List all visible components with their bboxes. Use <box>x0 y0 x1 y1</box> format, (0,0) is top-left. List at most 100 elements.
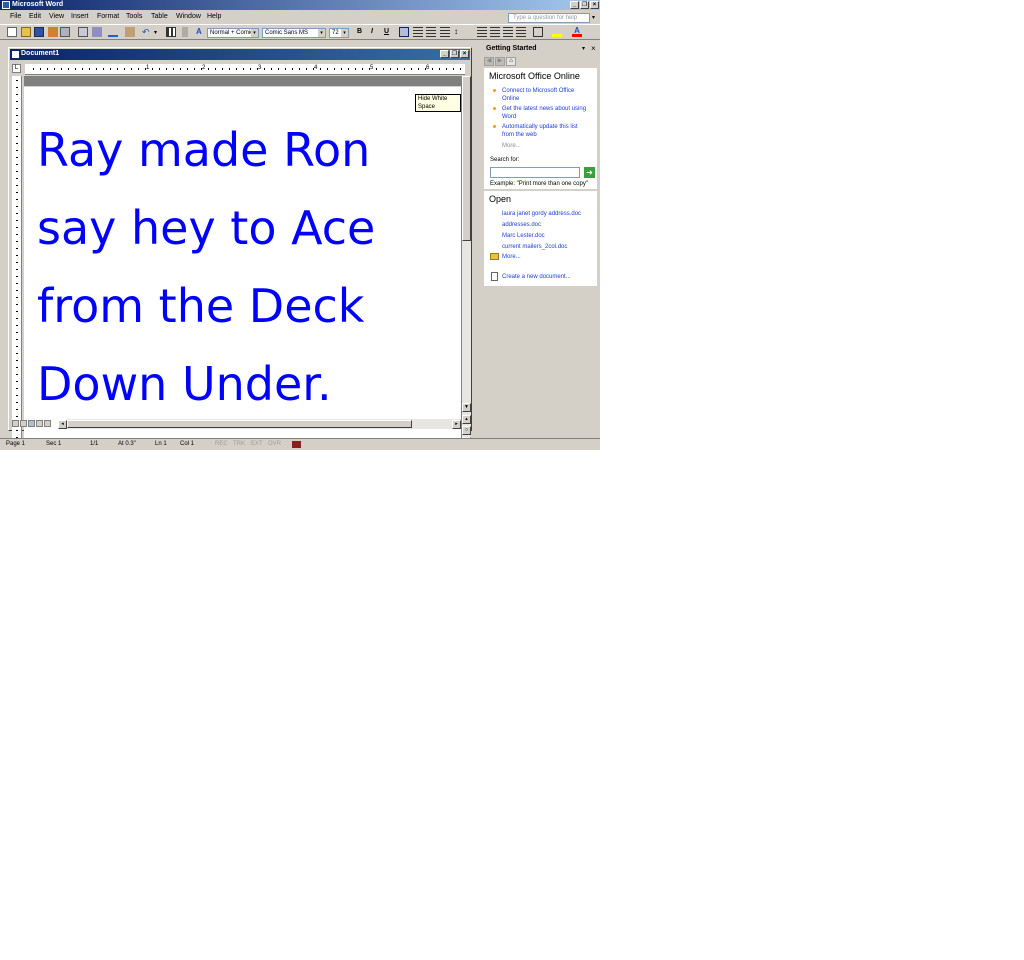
help-question-box[interactable]: Type a question for help <box>508 13 590 23</box>
increase-indent-icon[interactable] <box>516 27 526 37</box>
menu-view[interactable]: View <box>49 13 64 20</box>
styles-formatting-icon[interactable]: A <box>196 27 206 37</box>
recent-file-link[interactable]: laura janet gordy address.doc <box>502 210 581 218</box>
recent-file-link[interactable]: Marc Lester.doc <box>502 232 545 240</box>
ruler-tick <box>16 115 18 116</box>
text-line[interactable]: Down Under. <box>37 345 375 423</box>
font-dropdown-icon[interactable]: ▾ <box>318 29 325 37</box>
research-icon[interactable] <box>92 27 102 37</box>
create-new-document-link[interactable]: Create a new document... <box>502 273 571 281</box>
menu-edit[interactable]: Edit <box>29 13 41 20</box>
spelling-status-icon[interactable] <box>292 441 301 448</box>
scroll-left-button[interactable]: ◂ <box>58 420 67 429</box>
forward-icon[interactable]: ▶ <box>495 57 505 66</box>
outline-view-icon[interactable] <box>36 420 43 427</box>
horizontal-scroll-thumb[interactable] <box>67 420 412 428</box>
menu-insert[interactable]: Insert <box>71 13 89 20</box>
font-size-combo[interactable]: 72 ▾ <box>329 28 349 38</box>
auto-update-link[interactable]: Automatically update this list from the … <box>502 123 590 139</box>
scroll-right-button[interactable]: ▸ <box>452 420 461 429</box>
online-more-link[interactable]: More... <box>502 142 521 150</box>
task-pane-menu-icon[interactable]: ▾ <box>582 45 585 52</box>
bold-button[interactable]: B <box>357 28 362 35</box>
underline-button[interactable]: U <box>384 28 389 35</box>
recent-file-link[interactable]: current mailers_2col.doc <box>502 243 567 251</box>
connect-office-online-link[interactable]: Connect to Microsoft Office Online <box>502 87 590 103</box>
spelling-icon[interactable] <box>108 27 118 37</box>
justify-icon[interactable] <box>440 27 450 37</box>
undo-dropdown-icon[interactable]: ▾ <box>154 29 157 36</box>
previous-page-button[interactable]: ▴ <box>462 415 471 424</box>
home-icon[interactable]: ⌂ <box>506 57 516 66</box>
print-icon[interactable] <box>60 27 70 37</box>
latest-news-link[interactable]: Get the latest news about using Word <box>502 105 596 121</box>
restore-button[interactable]: ❐ <box>580 1 589 9</box>
vertical-scrollbar[interactable]: ▼ ▴ ○ ▾ <box>461 76 471 450</box>
horizontal-scrollbar[interactable] <box>67 419 461 429</box>
normal-view-icon[interactable] <box>12 420 19 427</box>
highlight-icon[interactable] <box>552 27 562 37</box>
permission-icon[interactable] <box>48 27 58 37</box>
back-icon[interactable]: ◀ <box>484 57 494 66</box>
menu-table[interactable]: Table <box>151 13 168 20</box>
doc-minimize-button[interactable]: _ <box>440 50 449 58</box>
recent-file-link[interactable]: addresses.doc <box>502 221 541 229</box>
paste-icon[interactable] <box>125 27 135 37</box>
new-document-icon[interactable] <box>7 27 17 37</box>
document-body-text[interactable]: Ray made Ron say hey to Ace from the Dec… <box>37 111 375 423</box>
document-icon[interactable] <box>12 51 19 58</box>
text-line[interactable]: from the Deck <box>37 267 375 345</box>
task-pane-close-icon[interactable]: × <box>591 44 596 53</box>
border-icon[interactable] <box>533 27 543 37</box>
font-color-icon[interactable]: A <box>572 27 582 37</box>
font-size-dropdown-icon[interactable]: ▾ <box>341 29 348 37</box>
status-rec[interactable]: REC <box>215 441 228 447</box>
document-page[interactable]: Ray made Ron say hey to Ace from the Dec… <box>24 87 461 450</box>
align-right-icon[interactable] <box>426 27 436 37</box>
tab-selector[interactable]: L <box>12 64 21 73</box>
horizontal-ruler[interactable]: 1 2 3 4 5 6 7 <box>25 64 485 75</box>
font-combo[interactable]: Comic Sans MS ▾ <box>262 28 326 38</box>
numbering-icon[interactable] <box>477 27 487 37</box>
toolbar-options-icon[interactable] <box>182 27 192 37</box>
italic-button[interactable]: I <box>371 28 373 35</box>
vertical-scroll-thumb[interactable] <box>462 76 471 241</box>
reading-layout-icon[interactable] <box>44 420 51 427</box>
style-combo[interactable]: Normal + Comic ▾ <box>207 28 259 38</box>
open-folder-icon[interactable] <box>21 27 31 37</box>
decrease-indent-icon[interactable] <box>503 27 513 37</box>
status-ovr[interactable]: OVR <box>268 441 281 447</box>
menu-tools[interactable]: Tools <box>126 13 142 20</box>
align-center-icon[interactable] <box>413 27 423 37</box>
save-icon[interactable] <box>34 27 44 37</box>
menu-window[interactable]: Window <box>176 13 201 20</box>
menu-format[interactable]: Format <box>97 13 119 20</box>
print-preview-icon[interactable] <box>78 27 88 37</box>
word-app-icon[interactable] <box>2 1 10 9</box>
align-left-icon[interactable] <box>399 27 409 37</box>
open-more-link[interactable]: More... <box>502 253 521 261</box>
scroll-down-button[interactable]: ▼ <box>462 403 471 412</box>
doc-close-button[interactable]: × <box>460 50 469 58</box>
doc-restore-button[interactable]: ❐ <box>450 50 459 58</box>
select-browse-object-button[interactable]: ○ <box>462 426 471 435</box>
close-button[interactable]: × <box>590 1 599 9</box>
line-spacing-icon[interactable]: ↕ <box>454 27 464 37</box>
status-trk[interactable]: TRK <box>233 441 245 447</box>
text-line[interactable]: say hey to Ace <box>37 189 375 267</box>
undo-icon[interactable]: ↶ <box>142 27 152 37</box>
status-ext[interactable]: EXT <box>251 441 263 447</box>
style-dropdown-icon[interactable]: ▾ <box>251 29 258 37</box>
vertical-ruler[interactable] <box>12 76 22 450</box>
search-input[interactable] <box>490 167 580 178</box>
text-line[interactable]: Ray made Ron <box>37 111 375 189</box>
menu-file[interactable]: File <box>10 13 21 20</box>
search-go-icon[interactable]: ➜ <box>584 167 595 178</box>
minimize-button[interactable]: _ <box>570 1 579 9</box>
print-layout-view-icon[interactable] <box>28 420 35 427</box>
bullets-icon[interactable] <box>490 27 500 37</box>
web-view-icon[interactable] <box>20 420 27 427</box>
columns-icon[interactable] <box>166 27 176 37</box>
menu-help[interactable]: Help <box>207 13 221 20</box>
help-dropdown-arrow[interactable]: ▾ <box>592 14 595 21</box>
